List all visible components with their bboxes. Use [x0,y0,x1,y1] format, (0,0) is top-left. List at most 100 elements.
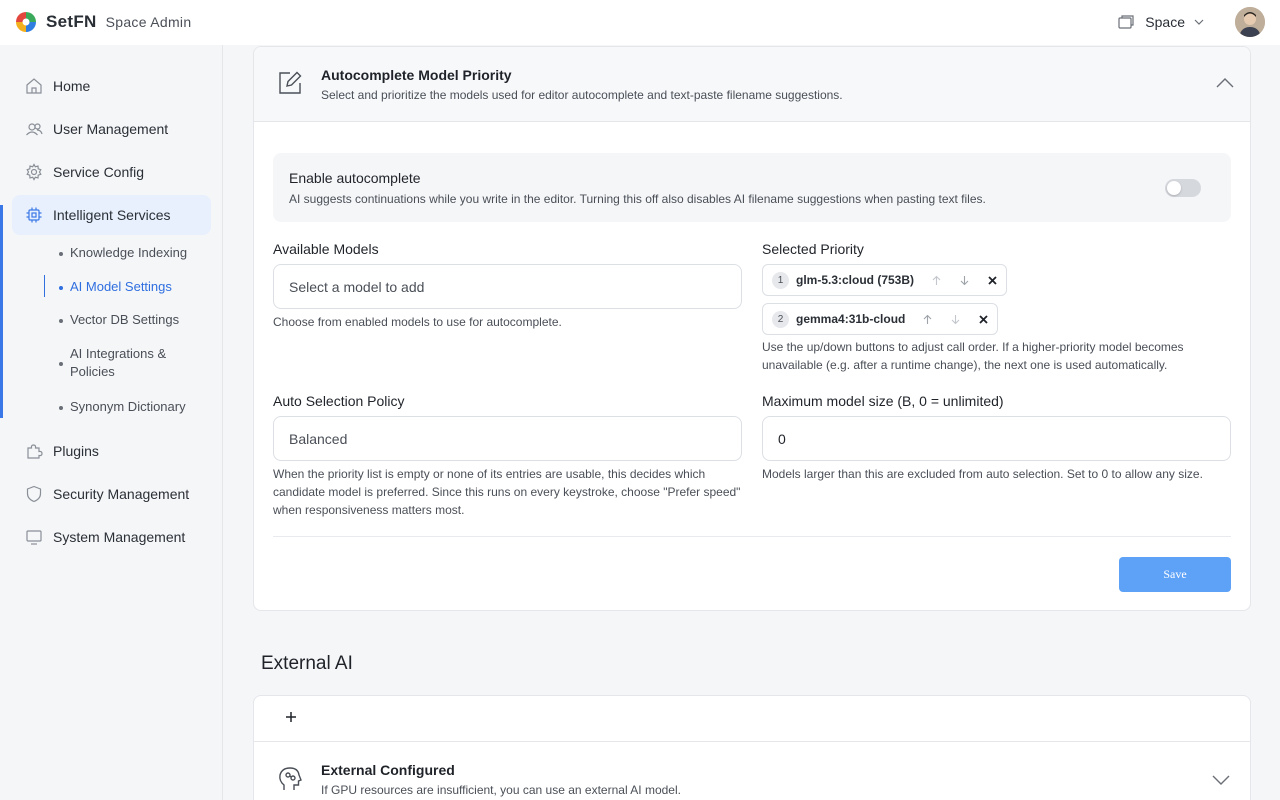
sidebar: Home User Management Service Config Inte… [0,45,223,800]
auto-selection-policy-help: When the priority list is empty or none … [273,467,741,517]
sidebar-subitem-label: AI Model Settings [70,279,172,294]
avatar[interactable] [1235,7,1265,37]
avatar-image [1235,7,1265,37]
sidebar-subitem-ai-integrations-policies[interactable]: AI Integrations & Policies [59,345,185,381]
arrow-up-icon [932,275,940,285]
divider [254,741,1250,742]
max-model-size-input[interactable]: 0 [762,416,1231,461]
bullet [59,362,63,366]
sidebar-subitem-synonym-dictionary[interactable]: Synonym Dictionary [59,398,210,416]
arrow-down-icon [951,314,960,324]
sidebar-item-label: User Management [53,121,169,137]
move-up-button[interactable] [913,309,941,329]
sidebar-item-home[interactable]: Home [12,66,211,106]
card-description: Select and prioritize the models used fo… [321,88,843,102]
edit-icon [279,71,302,94]
sidebar-item-label: Security Management [53,486,190,502]
remove-model-button[interactable] [969,309,997,329]
bullet [59,319,63,323]
sidebar-subitem-label: Vector DB Settings [70,312,180,327]
toggle-knob [1167,181,1181,195]
bullet [59,286,63,290]
sidebar-item-plugins[interactable]: Plugins [12,431,211,471]
enable-autocomplete-panel: Enable autocomplete AI suggests continua… [273,153,1231,222]
move-up-button[interactable] [922,270,950,290]
sidebar-item-label: Service Config [53,164,145,180]
available-models-label: Available Models [273,241,379,257]
space-switcher[interactable]: Space [1117,7,1265,37]
sidebar-item-system-management[interactable]: System Management [12,517,211,557]
available-models-select[interactable]: Select a model to add [273,264,742,309]
chevron-up-icon[interactable] [1215,76,1235,90]
home-icon [26,78,42,94]
move-down-button[interactable] [950,270,978,290]
priority-chip: 1 glm-5.3:cloud (753B) [762,264,1008,296]
sidebar-item-label: Intelligent Services [53,207,171,223]
setfn-logo-icon [16,12,36,32]
sidebar-item-service-config[interactable]: Service Config [12,152,211,192]
auto-selection-policy-select[interactable]: Balanced [273,416,742,461]
sidebar-subitem-label: Knowledge Indexing [70,245,188,260]
active-section-indicator [0,205,3,418]
selected-priority-label: Selected Priority [762,241,864,257]
selected-priority-help: Use the up/down buttons to adjust call o… [762,340,1184,372]
save-button[interactable]: Save [1119,557,1231,592]
brain-head-icon [279,767,302,790]
external-configured-title: External Configured [321,762,455,778]
bullet [59,406,63,410]
active-subitem-marker [44,275,45,297]
space-label: Space [1145,14,1185,30]
sidebar-subitem-knowledge-indexing[interactable]: Knowledge Indexing [59,244,210,262]
top-bar: SetFN Space Admin Space [0,0,1280,45]
priority-model-name: gemma4:31b-cloud [796,312,906,326]
sidebar-subitem-ai-model-settings[interactable]: AI Model Settings [59,278,210,296]
priority-model-name: glm-5.3:cloud (753B) [796,273,915,287]
sidebar-item-label: Home [53,78,91,94]
max-model-size-label: Maximum model size (B, 0 = unlimited) [762,393,1004,409]
enable-autocomplete-description: AI suggests continuations while you writ… [289,192,986,206]
sidebar-subitem-vector-db-settings[interactable]: Vector DB Settings [59,311,210,329]
external-ai-section-title: External AI [261,653,353,674]
external-configured-description: If GPU resources are insufficient, you c… [321,783,681,797]
brand-name: SetFN [46,12,97,31]
arrow-up-icon [923,314,932,324]
users-icon [26,123,43,136]
enable-autocomplete-toggle[interactable] [1165,179,1201,197]
bullet [59,252,63,256]
sidebar-item-label: System Management [53,529,186,545]
move-down-button[interactable] [941,309,969,329]
remove-model-button[interactable] [978,270,1006,290]
gear-icon [26,163,42,181]
chip-icon [26,207,42,223]
close-icon [987,275,997,285]
max-model-size-help: Models larger than this are excluded fro… [762,467,1203,481]
sidebar-item-intelligent-services[interactable]: Intelligent Services [12,195,211,235]
brand-subtitle: Space Admin [105,14,192,30]
external-ai-card: External Configured If GPU resources are… [253,695,1251,800]
priority-chip: 2 gemma4:31b-cloud [762,303,999,335]
divider [273,536,1231,537]
sidebar-subitem-label: Synonym Dictionary [70,399,186,414]
sidebar-item-user-management[interactable]: User Management [12,109,211,149]
auto-selection-policy-label: Auto Selection Policy [273,393,405,409]
priority-number: 1 [772,271,789,289]
chevron-down-icon[interactable] [1211,773,1231,787]
autocomplete-card-header[interactable]: Autocomplete Model Priority Select and p… [254,47,1250,122]
puzzle-icon [27,444,43,459]
card-title: Autocomplete Model Priority [321,67,512,83]
sidebar-item-label: Plugins [53,443,99,459]
arrow-down-icon [960,275,968,285]
autocomplete-card: Autocomplete Model Priority Select and p… [253,46,1251,611]
available-models-help: Choose from enabled models to use for au… [273,315,562,329]
sidebar-subitem-label: AI Integrations & Policies [70,346,167,379]
chevron-down-icon [1194,19,1204,25]
enable-autocomplete-title: Enable autocomplete [289,170,421,186]
monitor-icon [26,530,42,545]
close-icon [979,314,988,324]
shield-icon [26,485,42,503]
sidebar-item-security-management[interactable]: Security Management [12,474,211,514]
add-icon[interactable] [282,708,300,726]
brand[interactable]: SetFN Space Admin [15,11,191,33]
space-icon [1118,15,1134,29]
priority-number: 2 [772,310,789,328]
